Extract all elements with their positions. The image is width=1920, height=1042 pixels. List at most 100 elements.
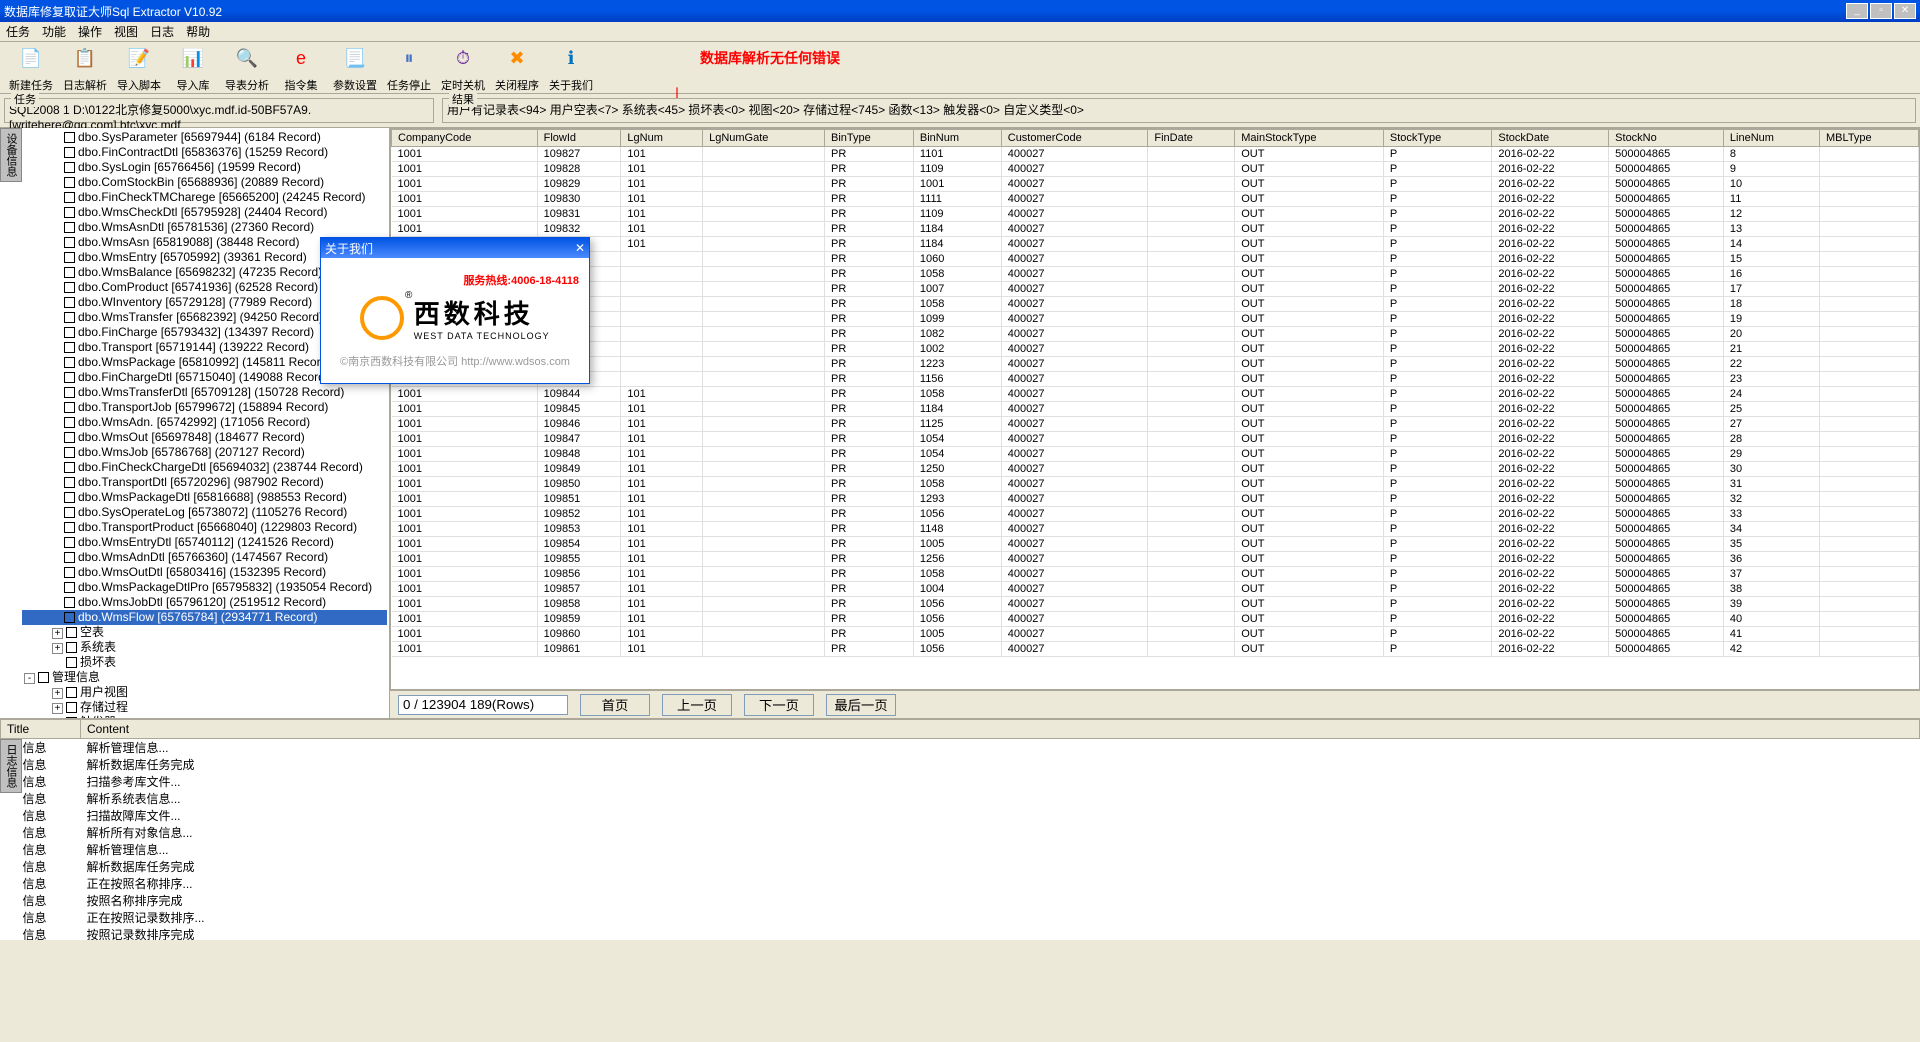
- table-row[interactable]: 1001109828101PR1109400027OUTP2016-02-225…: [392, 162, 1919, 177]
- tree-pane[interactable]: 设备信息 dbo.SysParameter [65697944] (6184 R…: [0, 128, 390, 718]
- table-node[interactable]: dbo.WmsPackageDtl [65816688] (988553 Rec…: [22, 490, 387, 505]
- table-row[interactable]: 1001109853101PR1148400027OUTP2016-02-225…: [392, 522, 1919, 537]
- toolbar-定时关机[interactable]: ⏱定时关机: [438, 43, 488, 93]
- table-row[interactable]: PR1156400027OUTP2016-02-2250000486523: [392, 372, 1919, 387]
- table-row[interactable]: 1001109856101PR1058400027OUTP2016-02-225…: [392, 567, 1919, 582]
- toolbar-导入库[interactable]: 📊导入库: [168, 43, 218, 93]
- toolbar-任务停止[interactable]: ⏸任务停止: [384, 43, 434, 93]
- checkbox-icon[interactable]: [64, 342, 75, 353]
- table-row[interactable]: 1001109844101PR1058400027OUTP2016-02-225…: [392, 387, 1919, 402]
- checkbox-icon[interactable]: [64, 147, 75, 158]
- table-node[interactable]: dbo.ComStockBin [65688936] (20889 Record…: [22, 175, 387, 190]
- table-node-selected[interactable]: dbo.WmsFlow [65765784] (2934771 Record): [22, 610, 387, 625]
- pager-last[interactable]: 最后一页: [826, 694, 896, 716]
- checkbox-icon[interactable]: [64, 252, 75, 263]
- collapse-icon[interactable]: -: [24, 673, 35, 684]
- mgmt-header[interactable]: -管理信息: [22, 670, 387, 685]
- col-StockType[interactable]: StockType: [1383, 130, 1491, 147]
- expand-icon[interactable]: +: [52, 628, 63, 639]
- table-row[interactable]: 1001109829101PR1001400027OUTP2016-02-225…: [392, 177, 1919, 192]
- checkbox-icon[interactable]: [64, 462, 75, 473]
- col-FlowId[interactable]: FlowId: [537, 130, 621, 147]
- table-row[interactable]: PR1058400027OUTP2016-02-2250000486516: [392, 267, 1919, 282]
- table-row[interactable]: PR1002400027OUTP2016-02-2250000486521: [392, 342, 1919, 357]
- table-node[interactable]: dbo.WmsAdnDtl [65766360] (1474567 Record…: [22, 550, 387, 565]
- checkbox-icon[interactable]: [64, 432, 75, 443]
- toolbar-日志解析[interactable]: 📋日志解析: [60, 43, 110, 93]
- checkbox-icon[interactable]: [64, 312, 75, 323]
- checkbox-icon[interactable]: [64, 492, 75, 503]
- checkbox-icon[interactable]: [64, 327, 75, 338]
- toolbar-导入脚本[interactable]: 📝导入脚本: [114, 43, 164, 93]
- menu-日志[interactable]: 日志: [150, 23, 174, 40]
- pager-status[interactable]: [398, 695, 568, 715]
- table-node[interactable]: dbo.SysParameter [65697944] (6184 Record…: [22, 130, 387, 145]
- table-row[interactable]: 1001109848101PR1054400027OUTP2016-02-225…: [392, 447, 1919, 462]
- table-row[interactable]: 1001109846101PR1125400027OUTP2016-02-225…: [392, 417, 1919, 432]
- col-StockDate[interactable]: StockDate: [1492, 130, 1609, 147]
- table-row[interactable]: 1001109855101PR1256400027OUTP2016-02-225…: [392, 552, 1919, 567]
- checkbox-icon[interactable]: [66, 687, 77, 698]
- pager-next[interactable]: 下一页: [744, 694, 814, 716]
- checkbox-icon[interactable]: [64, 132, 75, 143]
- table-row[interactable]: 1001109847101PR1054400027OUTP2016-02-225…: [392, 432, 1919, 447]
- data-grid[interactable]: CompanyCodeFlowIdLgNumLgNumGateBinTypeBi…: [390, 128, 1920, 690]
- table-row[interactable]: 1001109857101PR1004400027OUTP2016-02-225…: [392, 582, 1919, 597]
- table-row[interactable]: 1001109860101PR1005400027OUTP2016-02-225…: [392, 627, 1919, 642]
- checkbox-icon[interactable]: [64, 582, 75, 593]
- checkbox-icon[interactable]: [64, 537, 75, 548]
- toolbar-指令集[interactable]: e指令集: [276, 43, 326, 93]
- checkbox-icon[interactable]: [64, 597, 75, 608]
- table-node[interactable]: dbo.FinCheckTMCharege [65665200] (24245 …: [22, 190, 387, 205]
- col-CustomerCode[interactable]: CustomerCode: [1001, 130, 1148, 147]
- table-row[interactable]: 1001109852101PR1056400027OUTP2016-02-225…: [392, 507, 1919, 522]
- pager-first[interactable]: 首页: [580, 694, 650, 716]
- checkbox-icon[interactable]: [66, 627, 77, 638]
- checkbox-icon[interactable]: [66, 702, 77, 713]
- category-系统表[interactable]: +系统表: [22, 640, 387, 655]
- checkbox-icon[interactable]: [64, 237, 75, 248]
- table-row[interactable]: PR1082400027OUTP2016-02-2250000486520: [392, 327, 1919, 342]
- table-node[interactable]: dbo.TransportJob [65799672] (158894 Reco…: [22, 400, 387, 415]
- checkbox-icon[interactable]: [64, 612, 75, 623]
- expand-icon[interactable]: +: [52, 643, 63, 654]
- toolbar-关于我们[interactable]: ℹ关于我们: [546, 43, 596, 93]
- logcol-Content[interactable]: Content: [81, 720, 1920, 739]
- table-row[interactable]: 1001109833101PR1184400027OUTP2016-02-225…: [392, 237, 1919, 252]
- checkbox-icon[interactable]: [64, 372, 75, 383]
- table-row[interactable]: 1001109851101PR1293400027OUTP2016-02-225…: [392, 492, 1919, 507]
- table-node[interactable]: dbo.SysLogin [65766456] (19599 Record): [22, 160, 387, 175]
- table-node[interactable]: dbo.SysOperateLog [65738072] (1105276 Re…: [22, 505, 387, 520]
- table-row[interactable]: 1001109827101PR1101400027OUTP2016-02-225…: [392, 147, 1919, 162]
- menu-操作[interactable]: 操作: [78, 23, 102, 40]
- dialog-titlebar[interactable]: 关于我们 ✕: [321, 238, 589, 258]
- category-空表[interactable]: +空表: [22, 625, 387, 640]
- table-row[interactable]: PR1007400027OUTP2016-02-2250000486517: [392, 282, 1919, 297]
- col-FinDate[interactable]: FinDate: [1148, 130, 1235, 147]
- close-button[interactable]: ✕: [1894, 3, 1916, 19]
- table-node[interactable]: dbo.WmsPackageDtlPro [65795832] (1935054…: [22, 580, 387, 595]
- table-node[interactable]: dbo.WmsJob [65786768] (207127 Record): [22, 445, 387, 460]
- col-LgNumGate[interactable]: LgNumGate: [703, 130, 825, 147]
- toolbar-关闭程序[interactable]: ✖关闭程序: [492, 43, 542, 93]
- checkbox-icon[interactable]: [64, 402, 75, 413]
- table-node[interactable]: dbo.WmsTransferDtl [65709128] (150728 Re…: [22, 385, 387, 400]
- col-LineNum[interactable]: LineNum: [1723, 130, 1819, 147]
- table-node[interactable]: dbo.WmsOutDtl [65803416] (1532395 Record…: [22, 565, 387, 580]
- table-row[interactable]: 1001109854101PR1005400027OUTP2016-02-225…: [392, 537, 1919, 552]
- checkbox-icon[interactable]: [64, 567, 75, 578]
- table-node[interactable]: dbo.FinContractDtl [65836376] (15259 Rec…: [22, 145, 387, 160]
- table-node[interactable]: dbo.WmsJobDtl [65796120] (2519512 Record…: [22, 595, 387, 610]
- checkbox-icon[interactable]: [66, 642, 77, 653]
- menu-功能[interactable]: 功能: [42, 23, 66, 40]
- table-row[interactable]: 1001109850101PR1058400027OUTP2016-02-225…: [392, 477, 1919, 492]
- maximize-button[interactable]: ▫: [1870, 3, 1892, 19]
- table-node[interactable]: dbo.TransportDtl [65720296] (987902 Reco…: [22, 475, 387, 490]
- checkbox-icon[interactable]: [64, 162, 75, 173]
- expand-icon[interactable]: +: [52, 688, 63, 699]
- checkbox-icon[interactable]: [64, 192, 75, 203]
- col-MainStockType[interactable]: MainStockType: [1235, 130, 1384, 147]
- col-BinType[interactable]: BinType: [824, 130, 913, 147]
- menu-任务[interactable]: 任务: [6, 23, 30, 40]
- logcol-Title[interactable]: Title: [1, 720, 81, 739]
